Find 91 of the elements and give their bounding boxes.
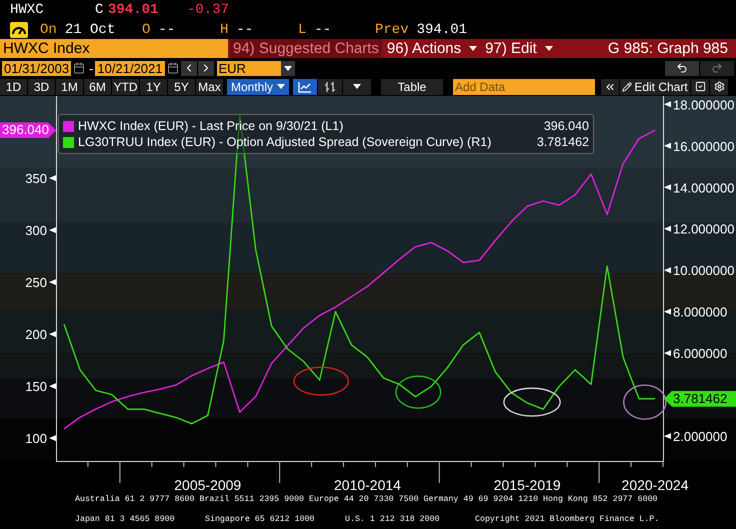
- bar-chart-icon: [324, 80, 336, 92]
- axis-label: 350: [25, 171, 56, 186]
- checklist-button[interactable]: [691, 78, 709, 94]
- axis-label: 10.000000: [664, 263, 734, 278]
- add-data-field[interactable]: Add Data: [453, 78, 595, 94]
- period-button[interactable]: 1D: [0, 78, 27, 94]
- legend-label: HWXC Index (EUR) - Last Price on 9/30/21 (L1): [78, 118, 344, 134]
- redo-icon: [711, 62, 723, 74]
- settings-icon: [714, 81, 724, 92]
- field-value: --: [236, 22, 254, 36]
- graph-title: G 985: Graph 985: [608, 39, 729, 58]
- field-value: --: [314, 22, 332, 36]
- period-button[interactable]: 5Y: [168, 78, 195, 94]
- legend-value: 3.781462: [536, 134, 589, 150]
- pencil-icon: [622, 82, 632, 92]
- frequency-dropdown[interactable]: Monthly: [227, 78, 289, 94]
- last-price: 394.01: [108, 3, 160, 17]
- y-tick-label: 350: [25, 171, 47, 186]
- price-change: -0.37: [187, 3, 230, 17]
- axis-label: 12.000000: [664, 222, 734, 237]
- currency-dropdown[interactable]: EUR: [216, 60, 294, 76]
- undo-icon: [676, 62, 688, 74]
- footer-text: Japan 81 3 4565 8900: [75, 516, 176, 525]
- field-label: Prev: [375, 22, 409, 36]
- axis-label: 100: [25, 431, 56, 446]
- period-button[interactable]: YTD: [112, 78, 139, 94]
- footer-text: Australia 61 2 9777 8600 Brazil 5511 2395 9000 Europe 44 20 7330 7500 Germany 49 69 9204 1210 Hong Kong 852 2977 6000: [75, 496, 658, 504]
- legend-label: LG30TRUU Index (EUR) - Option Adjusted Spread (Sovereign Curve) (R1): [78, 134, 492, 150]
- field-label: On: [40, 22, 57, 36]
- y-tick-label: 300: [25, 223, 47, 238]
- axis-label: 2010-2014: [334, 477, 401, 493]
- chart-type-button[interactable]: [293, 78, 317, 94]
- period-button[interactable]: 3D: [28, 78, 55, 94]
- undo-button[interactable]: [665, 60, 699, 76]
- axis-label: 2015-2019: [494, 477, 561, 493]
- caret-icon: [284, 66, 292, 70]
- field-value: 394.01: [416, 22, 468, 36]
- footer-text: U.S. 1 212 318 2000: [345, 516, 441, 525]
- gauge-icon[interactable]: [10, 22, 28, 38]
- ticker: HWXC: [10, 3, 45, 17]
- footer-text: Copyright 2021 Bloomberg Finance L.P.: [475, 516, 660, 525]
- previous-button[interactable]: [180, 60, 196, 76]
- close-label: C: [95, 3, 104, 17]
- range-separator: -: [89, 62, 94, 74]
- start-date-field[interactable]: 01/31/2003: [2, 60, 72, 76]
- axis-label: 6.000000: [664, 346, 728, 362]
- collapse-button[interactable]: [601, 78, 619, 94]
- axis-label: 16.000000: [664, 138, 734, 154]
- calendar-icon[interactable]: [166, 62, 178, 74]
- security-field[interactable]: HWXC Index: [0, 39, 228, 58]
- chart-type-dropdown[interactable]: [343, 78, 371, 94]
- axis-label: 2.000000: [664, 429, 728, 444]
- caret-icon: [353, 84, 361, 89]
- y-tick-label: 200: [25, 327, 47, 342]
- period-button[interactable]: Max: [196, 78, 223, 94]
- edit-chart-button[interactable]: Edit Chart: [620, 78, 690, 94]
- y-tick-label: 100: [25, 431, 47, 446]
- field-value: --: [158, 22, 176, 36]
- caret-icon: [544, 46, 553, 51]
- value-tag: 396.040: [0, 122, 56, 138]
- axis-label: 14.000000: [664, 180, 734, 196]
- field-label: L: [298, 22, 306, 36]
- end-date-field[interactable]: 10/21/2021: [95, 60, 164, 76]
- axis-label: 300: [25, 223, 56, 238]
- axis-label: 8.000000: [664, 304, 728, 320]
- footer-text: Singapore 65 6212 1000: [205, 516, 316, 525]
- settings-button[interactable]: [710, 78, 728, 94]
- axis-label: 2020-2024: [622, 477, 688, 493]
- y-tick-label: 250: [25, 275, 47, 290]
- period-button[interactable]: 1M: [56, 78, 83, 94]
- legend-value: 396.040: [542, 118, 589, 134]
- axis-label: 200: [25, 327, 56, 342]
- redo-button[interactable]: [700, 60, 734, 76]
- line-chart-icon: [298, 80, 312, 92]
- caret-icon: [469, 46, 478, 51]
- axis-label: 250: [25, 275, 56, 290]
- calendar-icon[interactable]: [73, 62, 86, 74]
- field-label: O: [142, 22, 150, 36]
- chart-type-button[interactable]: [318, 78, 342, 94]
- period-button[interactable]: 1Y: [140, 78, 167, 94]
- y-tick-label: 150: [25, 379, 47, 394]
- next-button[interactable]: [198, 60, 214, 76]
- field-value: 21 Oct: [64, 22, 116, 36]
- field-label: H: [220, 22, 228, 36]
- axis-label: 18.000000: [664, 97, 734, 112]
- axis-label: 2005-2009: [174, 477, 242, 493]
- axis-label: 150: [25, 379, 56, 394]
- table-button[interactable]: Table: [381, 78, 443, 94]
- period-button[interactable]: 6M: [84, 78, 111, 94]
- caret-icon: [277, 84, 286, 89]
- checkbox-icon: [694, 81, 706, 92]
